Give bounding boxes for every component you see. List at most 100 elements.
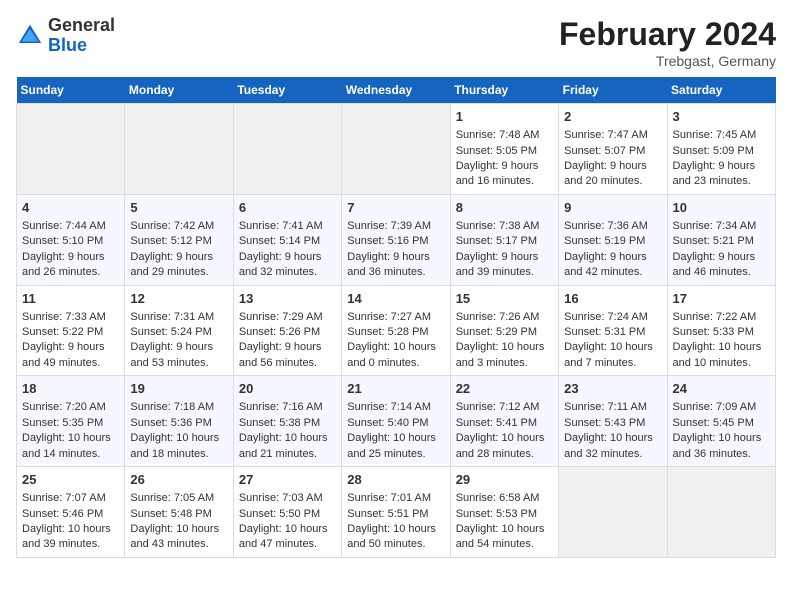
weekday-header-friday: Friday xyxy=(559,77,667,104)
calendar-cell: 17Sunrise: 7:22 AMSunset: 5:33 PMDayligh… xyxy=(667,285,775,376)
calendar-cell: 19 Sunrise: 7:18 AMSunset: 5:36 PMDayligh… xyxy=(125,376,233,467)
day-info: Sunrise: 7:44 AMSunset: 5:10 PMDaylight:… xyxy=(22,220,106,278)
weekday-header-monday: Monday xyxy=(125,77,233,104)
day-info: Sunrise: 7:45 AMSunset: 5:09 PMDaylight:… xyxy=(673,129,757,187)
calendar-cell: 21 Sunrise: 7:14 AMSunset: 5:40 PMDayligh… xyxy=(342,376,450,467)
calendar-cell: 12 Sunrise: 7:31 AMSunset: 5:24 PMDayligh… xyxy=(125,285,233,376)
day-number: 1 xyxy=(456,108,553,126)
day-info: Sunrise: 7:38 AMSunset: 5:17 PMDaylight:… xyxy=(456,220,540,278)
day-number: 24 xyxy=(673,380,770,398)
week-row-4: 18Sunrise: 7:20 AMSunset: 5:35 PMDayligh… xyxy=(17,376,776,467)
calendar-cell xyxy=(125,104,233,195)
logo-text: General Blue xyxy=(48,16,115,56)
calendar-cell: 27 Sunrise: 7:03 AMSunset: 5:50 PMDayligh… xyxy=(233,467,341,558)
day-info: Sunrise: 7:31 AMSunset: 5:24 PMDaylight:… xyxy=(130,311,214,369)
day-info: Sunrise: 7:03 AMSunset: 5:50 PMDaylight:… xyxy=(239,492,328,550)
day-number: 14 xyxy=(347,290,444,308)
day-info: Sunrise: 7:27 AMSunset: 5:28 PMDaylight:… xyxy=(347,311,436,369)
calendar-cell: 24Sunrise: 7:09 AMSunset: 5:45 PMDayligh… xyxy=(667,376,775,467)
day-number: 5 xyxy=(130,199,227,217)
day-number: 23 xyxy=(564,380,661,398)
day-info: Sunrise: 7:48 AMSunset: 5:05 PMDaylight:… xyxy=(456,129,540,187)
calendar-table: SundayMondayTuesdayWednesdayThursdayFrid… xyxy=(16,77,776,558)
day-info: Sunrise: 7:29 AMSunset: 5:26 PMDaylight:… xyxy=(239,311,323,369)
logo-icon xyxy=(16,22,44,50)
weekday-header-saturday: Saturday xyxy=(667,77,775,104)
week-row-1: 1 Sunrise: 7:48 AMSunset: 5:05 PMDaylight… xyxy=(17,104,776,195)
calendar-cell xyxy=(342,104,450,195)
day-number: 17 xyxy=(673,290,770,308)
week-row-3: 11 Sunrise: 7:33 AMSunset: 5:22 PMDayligh… xyxy=(17,285,776,376)
day-info: Sunrise: 7:47 AMSunset: 5:07 PMDaylight:… xyxy=(564,129,648,187)
day-number: 13 xyxy=(239,290,336,308)
calendar-cell xyxy=(559,467,667,558)
day-number: 6 xyxy=(239,199,336,217)
day-info: Sunrise: 7:20 AMSunset: 5:35 PMDaylight:… xyxy=(22,401,111,459)
weekday-header-wednesday: Wednesday xyxy=(342,77,450,104)
day-number: 19 xyxy=(130,380,227,398)
week-row-5: 25Sunrise: 7:07 AMSunset: 5:46 PMDayligh… xyxy=(17,467,776,558)
day-number: 22 xyxy=(456,380,553,398)
day-number: 11 xyxy=(22,290,119,308)
day-info: Sunrise: 7:18 AMSunset: 5:36 PMDaylight:… xyxy=(130,401,219,459)
day-number: 7 xyxy=(347,199,444,217)
logo-general: General xyxy=(48,15,115,35)
calendar-cell xyxy=(233,104,341,195)
calendar-cell xyxy=(667,467,775,558)
day-number: 10 xyxy=(673,199,770,217)
calendar-cell: 7 Sunrise: 7:39 AMSunset: 5:16 PMDaylight… xyxy=(342,194,450,285)
calendar-cell: 2 Sunrise: 7:47 AMSunset: 5:07 PMDaylight… xyxy=(559,104,667,195)
weekday-header-tuesday: Tuesday xyxy=(233,77,341,104)
day-info: Sunrise: 7:39 AMSunset: 5:16 PMDaylight:… xyxy=(347,220,431,278)
day-info: Sunrise: 7:26 AMSunset: 5:29 PMDaylight:… xyxy=(456,311,545,369)
day-number: 21 xyxy=(347,380,444,398)
day-number: 28 xyxy=(347,471,444,489)
day-number: 15 xyxy=(456,290,553,308)
weekday-header-sunday: Sunday xyxy=(17,77,125,104)
calendar-cell: 23 Sunrise: 7:11 AMSunset: 5:43 PMDayligh… xyxy=(559,376,667,467)
day-info: Sunrise: 7:12 AMSunset: 5:41 PMDaylight:… xyxy=(456,401,545,459)
calendar-cell: 22 Sunrise: 7:12 AMSunset: 5:41 PMDayligh… xyxy=(450,376,558,467)
day-number: 20 xyxy=(239,380,336,398)
day-info: Sunrise: 7:33 AMSunset: 5:22 PMDaylight:… xyxy=(22,311,106,369)
calendar-cell: 26 Sunrise: 7:05 AMSunset: 5:48 PMDayligh… xyxy=(125,467,233,558)
day-number: 16 xyxy=(564,290,661,308)
title-area: February 2024 Trebgast, Germany xyxy=(559,16,776,69)
calendar-cell: 15 Sunrise: 7:26 AMSunset: 5:29 PMDayligh… xyxy=(450,285,558,376)
calendar-cell xyxy=(17,104,125,195)
day-info: Sunrise: 7:41 AMSunset: 5:14 PMDaylight:… xyxy=(239,220,323,278)
main-title: February 2024 xyxy=(559,16,776,53)
day-info: Sunrise: 7:42 AMSunset: 5:12 PMDaylight:… xyxy=(130,220,214,278)
calendar-cell: 11 Sunrise: 7:33 AMSunset: 5:22 PMDayligh… xyxy=(17,285,125,376)
calendar-cell: 1 Sunrise: 7:48 AMSunset: 5:05 PMDaylight… xyxy=(450,104,558,195)
calendar-cell: 4 Sunrise: 7:44 AMSunset: 5:10 PMDaylight… xyxy=(17,194,125,285)
day-info: Sunrise: 7:16 AMSunset: 5:38 PMDaylight:… xyxy=(239,401,328,459)
week-row-2: 4 Sunrise: 7:44 AMSunset: 5:10 PMDaylight… xyxy=(17,194,776,285)
calendar-cell: 20 Sunrise: 7:16 AMSunset: 5:38 PMDayligh… xyxy=(233,376,341,467)
day-info: Sunrise: 7:05 AMSunset: 5:48 PMDaylight:… xyxy=(130,492,219,550)
calendar-cell: 6 Sunrise: 7:41 AMSunset: 5:14 PMDaylight… xyxy=(233,194,341,285)
day-info: Sunrise: 7:36 AMSunset: 5:19 PMDaylight:… xyxy=(564,220,648,278)
day-number: 12 xyxy=(130,290,227,308)
calendar-cell: 8 Sunrise: 7:38 AMSunset: 5:17 PMDaylight… xyxy=(450,194,558,285)
day-number: 27 xyxy=(239,471,336,489)
day-info: Sunrise: 7:11 AMSunset: 5:43 PMDaylight:… xyxy=(564,401,653,459)
day-number: 3 xyxy=(673,108,770,126)
day-number: 26 xyxy=(130,471,227,489)
calendar-cell: 5 Sunrise: 7:42 AMSunset: 5:12 PMDaylight… xyxy=(125,194,233,285)
day-info: Sunrise: 7:14 AMSunset: 5:40 PMDaylight:… xyxy=(347,401,436,459)
day-info: Sunrise: 7:24 AMSunset: 5:31 PMDaylight:… xyxy=(564,311,653,369)
day-info: Sunrise: 7:01 AMSunset: 5:51 PMDaylight:… xyxy=(347,492,436,550)
calendar-cell: 10 Sunrise: 7:34 AMSunset: 5:21 PMDayligh… xyxy=(667,194,775,285)
day-info: Sunrise: 7:34 AMSunset: 5:21 PMDaylight:… xyxy=(673,220,757,278)
weekday-header-thursday: Thursday xyxy=(450,77,558,104)
calendar-cell: 25Sunrise: 7:07 AMSunset: 5:46 PMDayligh… xyxy=(17,467,125,558)
calendar-cell: 13 Sunrise: 7:29 AMSunset: 5:26 PMDayligh… xyxy=(233,285,341,376)
day-number: 8 xyxy=(456,199,553,217)
calendar-cell: 9Sunrise: 7:36 AMSunset: 5:19 PMDaylight… xyxy=(559,194,667,285)
calendar-cell: 3 Sunrise: 7:45 AMSunset: 5:09 PMDaylight… xyxy=(667,104,775,195)
calendar-cell: 28 Sunrise: 7:01 AMSunset: 5:51 PMDayligh… xyxy=(342,467,450,558)
day-number: 4 xyxy=(22,199,119,217)
day-number: 2 xyxy=(564,108,661,126)
calendar-cell: 29Sunrise: 6:58 AMSunset: 5:53 PMDayligh… xyxy=(450,467,558,558)
